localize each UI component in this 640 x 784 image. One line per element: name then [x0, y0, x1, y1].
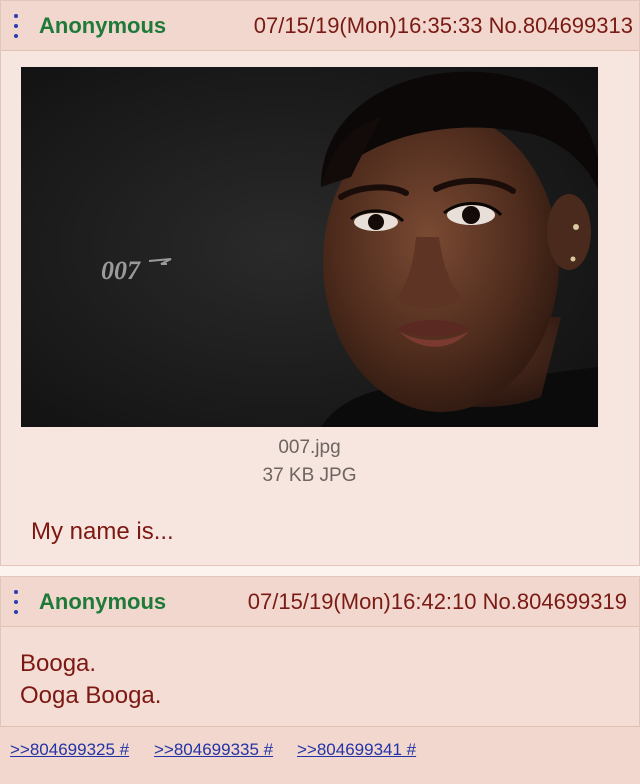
more-options-icon[interactable] [13, 14, 19, 38]
file-name-link[interactable]: 007.jpg [1, 437, 618, 459]
post-comment: My name is... [31, 516, 174, 548]
post-image[interactable]: 007 [21, 67, 598, 427]
file-info: 37 KB JPG [262, 465, 357, 486]
poster-name: Anonymous [39, 589, 167, 614]
portrait-image: 007 [21, 67, 598, 427]
post-1: Anonymous 07/15/19(Mon)16:35:33 No.80469… [0, 0, 640, 566]
post-divider [0, 566, 640, 576]
post-header: Anonymous 07/15/19(Mon)16:42:10 No.80469… [1, 577, 639, 627]
more-options-icon[interactable] [13, 590, 19, 614]
post-datetime-number[interactable]: 07/15/19(Mon)16:35:33 No.804699313 [254, 13, 633, 39]
logo-007: 007 [101, 256, 141, 285]
reply-link[interactable]: >>804699335 # [154, 740, 273, 760]
post-header: Anonymous 07/15/19(Mon)16:35:33 No.80469… [1, 1, 639, 51]
comment-line: Booga. [20, 650, 97, 677]
comment-line: My name is... [31, 518, 174, 545]
post-datetime-number[interactable]: 07/15/19(Mon)16:42:10 No.804699319 [248, 589, 627, 615]
reply-link[interactable]: >>804699341 # [297, 740, 416, 760]
reply-link[interactable]: >>804699325 # [10, 740, 129, 760]
post-comment: Booga. Ooga Booga. [20, 648, 161, 712]
poster-name: Anonymous [39, 13, 167, 38]
comment-line: Ooga Booga. [20, 682, 162, 709]
